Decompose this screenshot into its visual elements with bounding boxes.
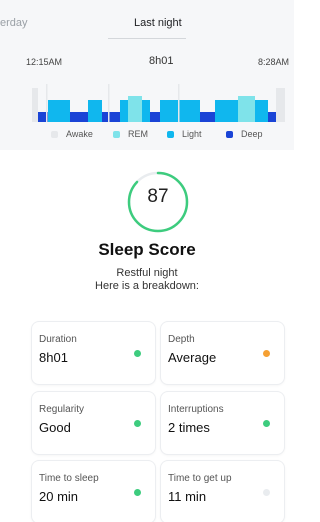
card-label: Depth [168, 334, 195, 345]
status-dot [263, 350, 270, 357]
day-tabs: erday Last night [0, 0, 294, 42]
sleep-stage-deep [200, 112, 215, 122]
sleep-stage-deep [102, 112, 120, 122]
legend-rem-swatch [113, 130, 120, 138]
legend-deep-swatch [226, 130, 233, 138]
legend-deep: Deep [226, 129, 263, 139]
sleep-screen: erday Last night 12:15AM 8h01 8:28AM Awa… [0, 0, 294, 522]
sleep-timeline-panel: erday Last night 12:15AM 8h01 8:28AM Awa… [0, 0, 294, 150]
card-interruptions[interactable]: Interruptions 2 times [161, 392, 284, 454]
wake-marker [108, 84, 110, 122]
sleep-stage-light [215, 100, 238, 122]
sleep-stage-light [88, 100, 102, 122]
card-label: Time to get up [168, 473, 232, 484]
sleep-stages-chart [0, 82, 294, 126]
legend-deep-label: Deep [241, 129, 263, 139]
sleep-stage-light [48, 100, 70, 122]
sleep-stage-light [120, 100, 128, 122]
card-value: Good [39, 420, 71, 435]
sleep-stage-rem [128, 96, 142, 122]
sleep-stages-svg [32, 84, 285, 122]
card-time-to-sleep[interactable]: Time to sleep 20 min [32, 461, 155, 522]
sleep-stage-light [142, 100, 150, 122]
legend-awake: Awake [51, 129, 93, 139]
tab-yesterday[interactable]: erday [0, 17, 28, 29]
card-value: 20 min [39, 489, 79, 504]
score-title: Sleep Score [98, 240, 196, 259]
tab-last-night[interactable]: Last night [134, 17, 182, 29]
score-subtitle: Restful night Here is a breakdown: [0, 267, 294, 293]
status-dot [134, 489, 141, 496]
sleep-stage-light [160, 100, 200, 122]
legend-awake-swatch [51, 130, 58, 138]
score-value: 87 [147, 186, 169, 207]
sleep-stage-deep [150, 112, 160, 122]
sleep-stage-rem [238, 96, 255, 122]
sleep-stage-awake [32, 88, 38, 122]
status-dot [263, 489, 270, 496]
sleep-duration: 8h01 [149, 55, 174, 67]
legend-awake-label: Awake [66, 129, 93, 139]
wake-marker [46, 84, 48, 122]
sleep-stage-deep [268, 112, 276, 122]
wake-time: 8:28AM [257, 57, 289, 67]
legend-light-label: Light [182, 129, 202, 139]
breakdown-intro: Here is a breakdown: [95, 280, 199, 292]
card-value: Average [168, 350, 217, 365]
sleep-start-time: 12:15AM [26, 57, 63, 67]
sleep-stage-deep [70, 112, 88, 122]
legend-light-swatch [167, 130, 174, 138]
status-dot [134, 350, 141, 357]
card-value: 2 times [168, 420, 210, 435]
status-dot [263, 420, 270, 427]
card-regularity[interactable]: Regularity Good [32, 392, 155, 454]
legend-light: Light [167, 129, 202, 139]
card-label: Time to sleep [39, 473, 99, 484]
card-label: Interruptions [168, 404, 224, 415]
card-value: 8h01 [39, 350, 68, 365]
card-value: 11 min [168, 489, 207, 504]
score-summary: Restful night [116, 267, 178, 279]
card-duration[interactable]: Duration 8h01 [32, 322, 155, 384]
status-dot [134, 420, 141, 427]
timeline-header: 12:15AM 8h01 8:28AM [0, 42, 294, 68]
legend-rem-label: REM [128, 129, 148, 139]
card-label: Regularity [39, 404, 85, 415]
active-tab-indicator [108, 38, 186, 39]
card-time-to-get-up[interactable]: Time to get up 11 min [161, 461, 284, 522]
legend: Awake REM Light Deep [0, 129, 294, 143]
card-depth[interactable]: Depth Average [161, 322, 284, 384]
sleep-stage-awake [276, 88, 285, 122]
wake-marker [178, 84, 180, 122]
legend-rem: REM [113, 129, 148, 139]
card-label: Duration [39, 334, 77, 345]
sleep-stage-light [255, 100, 268, 122]
